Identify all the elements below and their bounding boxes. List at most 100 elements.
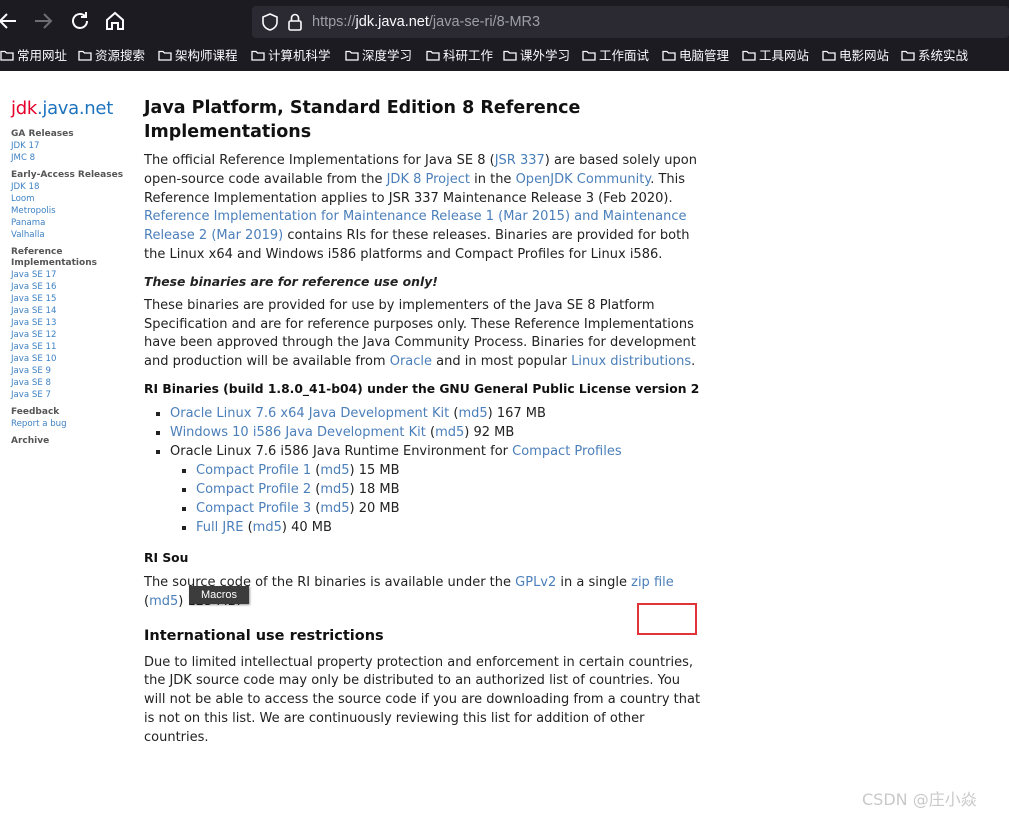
home-icon[interactable] <box>103 9 127 33</box>
bookmark-item[interactable]: 深度学习 <box>345 44 412 68</box>
reference-link[interactable]: Java SE 12 <box>11 329 131 341</box>
bookmark-item[interactable]: 电影网站 <box>822 44 889 68</box>
bookmark-item[interactable]: 工作面试 <box>582 44 649 68</box>
compact-profile-2-link[interactable]: Compact Profile 2 <box>196 482 311 497</box>
compact-profile-1-link[interactable]: Compact Profile 1 <box>196 463 311 478</box>
early-access-link[interactable]: JDK 18 <box>11 181 131 193</box>
oracle-link[interactable]: Oracle <box>390 354 432 369</box>
full-jre-link[interactable]: Full JRE <box>196 520 243 535</box>
jdk8-project-link[interactable]: JDK 8 Project <box>387 172 470 187</box>
reference-link[interactable]: Java SE 15 <box>11 293 131 305</box>
site-logo[interactable]: jdk.java.net <box>11 98 131 119</box>
reference-link[interactable]: Java SE 10 <box>11 353 131 365</box>
early-access-link[interactable]: Loom <box>11 193 131 205</box>
bookmark-item[interactable]: 系统实战 <box>901 44 968 68</box>
early-access-link[interactable]: Valhalla <box>11 229 131 241</box>
zip-file-link[interactable]: zip file <box>631 575 674 590</box>
ga-links: JDK 17 JMC 8 <box>11 140 131 164</box>
bookmark-label: 电脑管理 <box>679 48 730 63</box>
reference-link[interactable]: Java SE 8 <box>11 377 131 389</box>
windows-jdk-link[interactable]: Windows 10 i586 Java Development Kit <box>170 425 426 440</box>
reference-link[interactable]: Java SE 11 <box>11 341 131 353</box>
md5-link[interactable]: md5 <box>320 501 349 516</box>
bookmark-item[interactable]: 科研工作 <box>426 44 493 68</box>
archive-link[interactable]: Archive <box>11 436 131 447</box>
folder-icon <box>742 50 756 61</box>
md5-link[interactable]: md5 <box>435 425 464 440</box>
address-bar[interactable]: https://jdk.java.net/java-se-ri/8-MR3 <box>252 6 1009 38</box>
url-text: https://jdk.java.net/java-se-ri/8-MR3 <box>312 14 541 30</box>
folder-icon <box>78 50 92 61</box>
browser-chrome: https://jdk.java.net/java-se-ri/8-MR3 常用… <box>0 0 1009 71</box>
list-item: Compact Profile 2 (md5) 18 MB <box>196 480 704 499</box>
sidebar-nav: jdk.java.net GA Releases JDK 17 JMC 8 Ear… <box>11 98 131 447</box>
md5-link[interactable]: md5 <box>149 594 178 609</box>
folder-icon <box>503 50 517 61</box>
sidebar-heading-reference: Reference Implementations <box>11 247 97 268</box>
bookmark-label: 科研工作 <box>443 48 494 63</box>
list-item: Windows 10 i586 Java Development Kit (md… <box>170 423 704 442</box>
reference-link[interactable]: Java SE 14 <box>11 305 131 317</box>
bookmark-label: 工作面试 <box>599 48 650 63</box>
bookmark-item[interactable]: 常用网址 <box>0 44 67 68</box>
early-access-link[interactable]: Metropolis <box>11 205 131 217</box>
early-access-link[interactable]: Panama <box>11 217 131 229</box>
folder-icon <box>822 50 836 61</box>
bookmark-label: 电影网站 <box>839 48 890 63</box>
bookmark-label: 课外学习 <box>520 48 571 63</box>
folder-icon <box>582 50 596 61</box>
md5-link[interactable]: md5 <box>320 463 349 478</box>
shield-icon[interactable] <box>260 12 280 32</box>
linux-distributions-link[interactable]: Linux distributions <box>571 354 691 369</box>
sidebar-heading-ga: GA Releases <box>11 129 74 139</box>
binaries-heading: RI Binaries (build 1.8.0_41-b04) under t… <box>144 381 700 396</box>
zip-file-highlight-box <box>637 603 697 635</box>
folder-icon <box>901 50 915 61</box>
bookmark-label: 深度学习 <box>362 48 413 63</box>
openjdk-community-link[interactable]: OpenJDK Community <box>516 172 651 187</box>
bookmark-item[interactable]: 工具网站 <box>742 44 809 68</box>
bookmark-label: 计算机科学 <box>268 48 331 63</box>
source-heading: RI Sou <box>144 550 189 565</box>
bookmark-item[interactable]: 架构师课程 <box>158 44 238 68</box>
reference-link[interactable]: Java SE 17 <box>11 269 131 281</box>
list-item: Compact Profile 3 (md5) 20 MB <box>196 499 704 518</box>
folder-icon <box>345 50 359 61</box>
main-content: Java Platform, Standard Edition 8 Refere… <box>144 96 704 748</box>
gplv2-link[interactable]: GPLv2 <box>515 575 556 590</box>
reference-link[interactable]: Java SE 7 <box>11 389 131 401</box>
md5-link[interactable]: md5 <box>458 406 487 421</box>
international-heading: International use restrictions <box>144 627 384 644</box>
list-item: Oracle Linux 7.6 i586 Java Runtime Envir… <box>170 442 704 537</box>
reference-link[interactable]: Java SE 9 <box>11 365 131 377</box>
macros-tooltip: Macros <box>189 586 249 604</box>
reference-link[interactable]: Java SE 13 <box>11 317 131 329</box>
ga-link[interactable]: JDK 17 <box>11 140 131 152</box>
ga-link[interactable]: JMC 8 <box>11 152 131 164</box>
folder-icon <box>662 50 676 61</box>
sidebar-heading-early-access: Early-Access Releases <box>11 170 124 180</box>
reload-icon[interactable] <box>68 9 92 33</box>
oracle-linux-jdk-link[interactable]: Oracle Linux 7.6 x64 Java Development Ki… <box>170 406 449 421</box>
compact-profiles-link[interactable]: Compact Profiles <box>512 444 621 459</box>
md5-link[interactable]: md5 <box>320 482 349 497</box>
bookmark-item[interactable]: 课外学习 <box>503 44 570 68</box>
folder-icon <box>426 50 440 61</box>
bookmark-item[interactable]: 计算机科学 <box>251 44 331 68</box>
back-arrow-icon[interactable] <box>0 9 20 33</box>
reference-links: Java SE 17 Java SE 16 Java SE 15 Java SE 14… <box>11 269 131 401</box>
csdn-watermark: CSDN @庄小焱 <box>862 790 977 809</box>
md5-link[interactable]: md5 <box>253 520 282 535</box>
international-paragraph: Due to limited intellectual property pro… <box>144 654 701 745</box>
jsr-337-link[interactable]: JSR 337 <box>495 153 545 168</box>
forward-arrow-icon[interactable] <box>31 9 55 33</box>
bookmark-item[interactable]: 电脑管理 <box>662 44 729 68</box>
reference-link[interactable]: Java SE 16 <box>11 281 131 293</box>
binaries-list: Oracle Linux 7.6 x64 Java Development Ki… <box>144 404 704 537</box>
report-bug-link[interactable]: Report a bug <box>11 418 131 430</box>
lock-icon[interactable] <box>286 12 304 32</box>
bookmark-item[interactable]: 资源搜索 <box>78 44 145 68</box>
intro-paragraph: The official Reference Implementations f… <box>144 153 697 262</box>
bookmark-label: 工具网站 <box>759 48 810 63</box>
compact-profile-3-link[interactable]: Compact Profile 3 <box>196 501 311 516</box>
